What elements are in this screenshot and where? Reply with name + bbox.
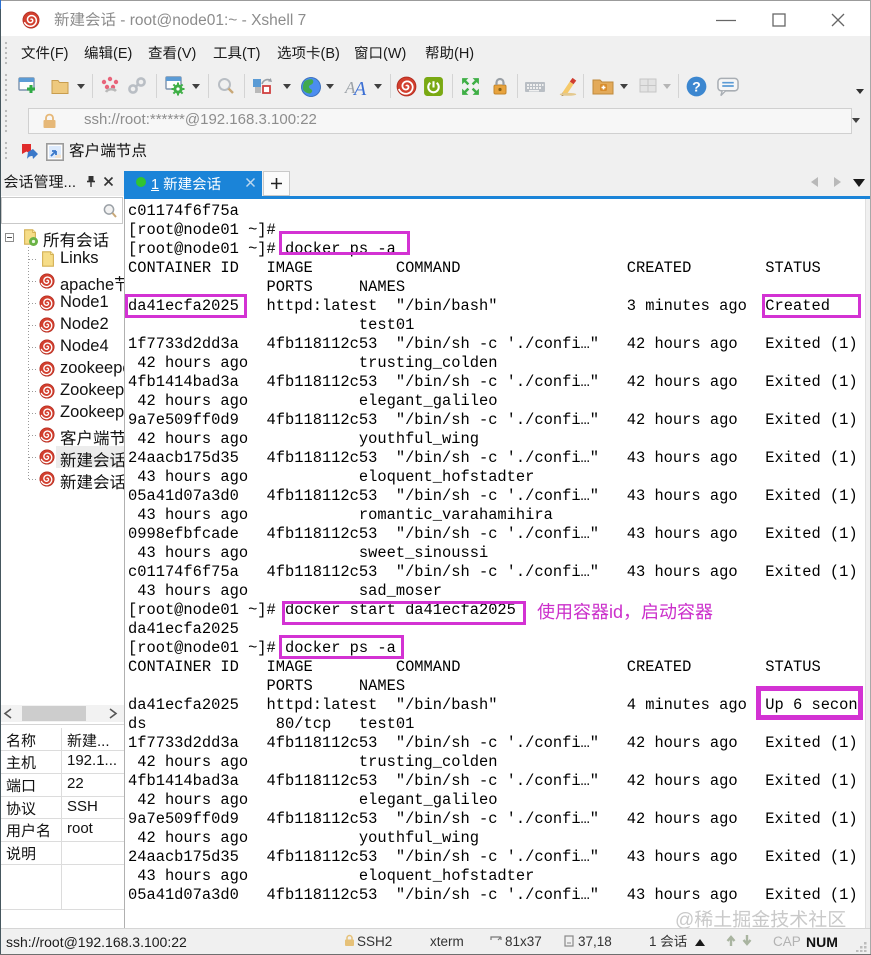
svg-text:A: A <box>352 78 367 98</box>
svg-text:?: ? <box>692 80 701 96</box>
